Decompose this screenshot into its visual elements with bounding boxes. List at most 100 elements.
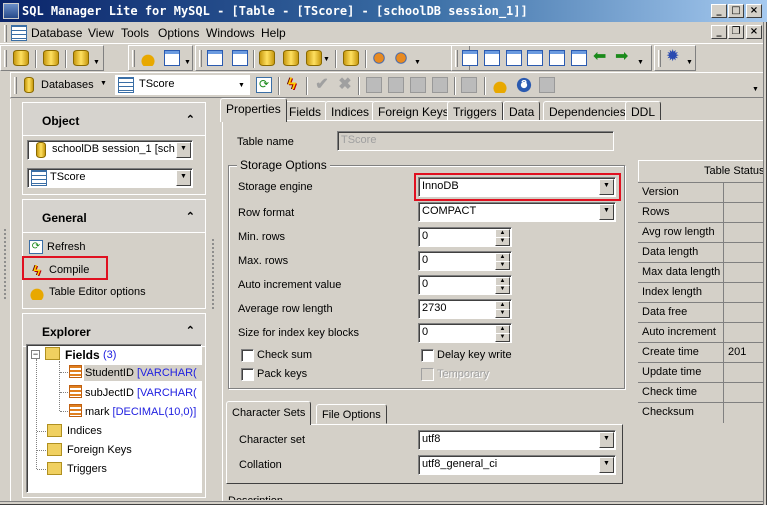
next-window-icon[interactable]: ➡: [615, 49, 631, 66]
mdi-close-button[interactable]: ×: [746, 25, 762, 39]
editor-options-icon[interactable]: [492, 77, 508, 93]
dropdown-arrow-icon[interactable]: ▼: [599, 457, 614, 473]
spin-down-icon[interactable]: ▼: [495, 333, 510, 342]
restore-window-icon[interactable]: [549, 50, 565, 66]
spin-down-icon[interactable]: ▼: [495, 285, 510, 294]
dropdown-arrow-icon[interactable]: ▼: [176, 170, 191, 186]
dropdown-arrow-icon[interactable]: ▼: [93, 59, 100, 66]
subtab-character-sets[interactable]: Character Sets: [226, 401, 312, 425]
collapse-chevron-icon[interactable]: ⌃: [186, 324, 195, 337]
menu-windows[interactable]: Windows: [206, 26, 255, 40]
sql-editor-icon[interactable]: [207, 50, 223, 66]
check-sum-checkbox[interactable]: [241, 349, 254, 362]
tree-field-item[interactable]: mark [DECIMAL(10,0)]: [85, 406, 196, 418]
tile-windows-icon[interactable]: [484, 50, 500, 66]
spin-down-icon[interactable]: ▼: [495, 309, 510, 318]
collapse-toggle-icon[interactable]: −: [31, 350, 40, 359]
collapse-chevron-icon[interactable]: ⌃: [186, 113, 195, 126]
checklist-icon[interactable]: [164, 50, 180, 66]
database-session-combo[interactable]: schoolDB session_1 [sch ▼: [27, 140, 193, 160]
collapse-chevron-icon[interactable]: ⌃: [186, 210, 195, 223]
object-combo[interactable]: TScore ▼: [27, 168, 193, 188]
toolbar-overflow-icon[interactable]: ▼: [752, 86, 759, 93]
menu-options[interactable]: Options: [158, 26, 199, 40]
index-key-blocks-spinner[interactable]: 0 ▲ ▼: [418, 323, 512, 343]
object-panel-header[interactable]: Object ⌃: [23, 103, 205, 136]
tab-ddl[interactable]: DDL: [625, 101, 662, 121]
dropdown-arrow-icon[interactable]: ▼: [323, 56, 330, 63]
tree-triggers-node[interactable]: Triggers: [67, 463, 107, 475]
spin-down-icon[interactable]: ▼: [495, 261, 510, 270]
new-query-icon[interactable]: [232, 50, 248, 66]
tree-foreign-keys-node[interactable]: Foreign Keys: [67, 444, 132, 456]
execute-icon[interactable]: [283, 50, 299, 66]
tree-fields-node[interactable]: Fields: [65, 348, 100, 362]
max-rows-spinner[interactable]: 0 ▲ ▼: [418, 251, 512, 271]
connect-icon[interactable]: [259, 50, 275, 66]
auto-increment-spinner[interactable]: 0 ▲ ▼: [418, 275, 512, 295]
new-object-icon[interactable]: [306, 50, 322, 66]
dropdown-arrow-icon[interactable]: ▼: [238, 82, 245, 89]
tab-properties[interactable]: Properties: [220, 98, 287, 122]
tile-vertical-icon[interactable]: [527, 50, 543, 66]
dropdown-arrow-icon[interactable]: ▼: [637, 59, 644, 66]
dropdown-arrow-icon[interactable]: ▼: [599, 432, 614, 448]
unregister-database-icon[interactable]: [43, 50, 59, 66]
min-rows-spinner[interactable]: 0 ▲ ▼: [418, 227, 512, 247]
collation-combo[interactable]: utf8_general_ci ▼: [418, 455, 616, 475]
tab-foreign-keys[interactable]: Foreign Keys: [372, 101, 455, 121]
table-selector-combo[interactable]: TScore ▼: [115, 75, 250, 95]
minimize-button[interactable]: _: [711, 4, 727, 18]
row-format-combo[interactable]: COMPACT ▼: [418, 202, 616, 222]
charset-combo[interactable]: utf8 ▼: [418, 430, 616, 450]
database-properties-icon[interactable]: [73, 50, 89, 66]
compile-bolt-icon[interactable]: ϟ: [284, 77, 300, 93]
table-name-input[interactable]: TScore: [337, 131, 614, 151]
export-icon[interactable]: [343, 50, 359, 66]
left-splitter-grip[interactable]: [3, 228, 7, 300]
menu-tools[interactable]: Tools: [121, 26, 149, 40]
dropdown-arrow-icon[interactable]: ▼: [599, 204, 614, 220]
grant-manager-icon[interactable]: [393, 50, 409, 66]
tile-horizontal-icon[interactable]: [506, 50, 522, 66]
plugins-gear-icon[interactable]: ✹: [666, 49, 682, 65]
tree-field-item[interactable]: StudentID [VARCHAR(: [85, 367, 197, 379]
help-icon[interactable]: ?: [516, 77, 532, 93]
tab-indices[interactable]: Indices: [325, 101, 376, 121]
tab-dependencies[interactable]: Dependencies: [543, 101, 632, 121]
general-editor-options-link[interactable]: Table Editor options: [29, 284, 146, 300]
databases-dropdown-label[interactable]: Databases: [41, 79, 94, 91]
subtab-file-options[interactable]: File Options: [316, 404, 387, 424]
pack-keys-checkbox[interactable]: [241, 368, 254, 381]
previous-window-icon[interactable]: ⬅: [593, 49, 609, 66]
user-manager-icon[interactable]: [371, 50, 387, 66]
menu-view[interactable]: View: [88, 26, 114, 40]
register-database-icon[interactable]: [13, 50, 29, 66]
explorer-panel-header[interactable]: Explorer ⌃: [23, 314, 205, 347]
delay-key-write-checkbox[interactable]: [421, 349, 434, 362]
avg-row-length-spinner[interactable]: 2730 ▲ ▼: [418, 299, 512, 319]
dropdown-arrow-icon[interactable]: ▼: [100, 80, 107, 87]
pane-splitter-grip[interactable]: [211, 238, 215, 310]
refresh-icon[interactable]: ⟳: [256, 77, 272, 93]
spin-down-icon[interactable]: ▼: [495, 237, 510, 246]
tab-data[interactable]: Data: [503, 101, 541, 121]
tab-fields[interactable]: Fields: [283, 101, 328, 121]
preferences-icon[interactable]: [140, 50, 156, 66]
dropdown-arrow-icon[interactable]: ▼: [184, 59, 191, 66]
tab-triggers[interactable]: Triggers: [447, 101, 503, 121]
tree-field-item[interactable]: subJectID [VARCHAR(: [85, 387, 197, 399]
close-window-icon[interactable]: [571, 50, 587, 66]
mdi-minimize-button[interactable]: _: [711, 25, 727, 39]
menu-help[interactable]: Help: [261, 26, 286, 40]
menu-database[interactable]: Database: [31, 26, 82, 40]
dropdown-arrow-icon[interactable]: ▼: [686, 59, 693, 66]
general-refresh-link[interactable]: ⟳ Refresh: [29, 240, 86, 254]
dropdown-arrow-icon[interactable]: ▼: [414, 59, 421, 66]
maximize-button[interactable]: □: [728, 4, 744, 18]
mdi-restore-button[interactable]: ❐: [728, 25, 744, 39]
tree-indices-node[interactable]: Indices: [67, 425, 102, 437]
close-button[interactable]: ×: [746, 4, 762, 18]
cascade-windows-icon[interactable]: [462, 50, 478, 66]
dropdown-arrow-icon[interactable]: ▼: [176, 142, 191, 158]
